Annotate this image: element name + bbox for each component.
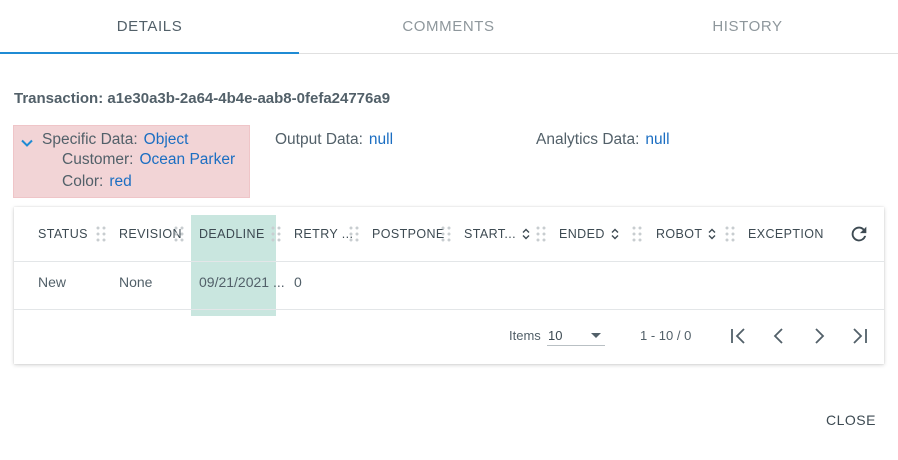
tab-history[interactable]: HISTORY: [598, 0, 897, 53]
header-divider: [14, 261, 884, 262]
page-range: 1 - 10 / 0: [640, 328, 692, 343]
column-resize-handle[interactable]: [271, 226, 281, 242]
column-header-ended[interactable]: ENDED: [559, 207, 619, 261]
analytics-data-field: Analytics Data: null: [536, 131, 670, 149]
caret-down-icon: [591, 333, 601, 338]
column-header-deadline[interactable]: DEADLINE: [199, 207, 265, 261]
column-header-robot[interactable]: ROBOT: [656, 207, 716, 261]
transactions-grid: STATUS REVISION DEADLINE RETRY ... POSTP…: [14, 207, 884, 364]
sort-icon[interactable]: [708, 228, 716, 240]
tab-details[interactable]: DETAILS: [0, 0, 299, 54]
column-header-retry[interactable]: RETRY ...: [294, 207, 353, 261]
page-size-value: 10: [548, 328, 563, 343]
tab-bar: DETAILS COMMENTS HISTORY: [0, 0, 898, 54]
cell-status: New: [38, 274, 67, 290]
previous-page-icon[interactable]: [768, 325, 790, 347]
row-divider: [14, 309, 884, 310]
specific-data-value[interactable]: Object: [144, 131, 189, 148]
column-resize-handle[interactable]: [536, 226, 546, 242]
next-page-icon[interactable]: [808, 325, 830, 347]
items-label: Items: [509, 328, 541, 343]
tab-comments[interactable]: COMMENTS: [299, 0, 598, 53]
column-resize-handle[interactable]: [174, 226, 184, 242]
column-resize-handle[interactable]: [96, 226, 106, 242]
customer-label: Customer:: [62, 151, 134, 168]
specific-data-field: Specific Data: Object: [42, 131, 188, 149]
refresh-icon[interactable]: [848, 223, 870, 245]
color-field: Color: red: [62, 173, 132, 191]
sort-icon[interactable]: [522, 228, 530, 240]
column-header-status[interactable]: STATUS: [38, 207, 88, 261]
column-header-started[interactable]: START...: [464, 207, 530, 261]
column-resize-handle[interactable]: [632, 226, 642, 242]
customer-value: Ocean Parker: [139, 151, 236, 168]
column-header-exception[interactable]: EXCEPTION: [748, 207, 824, 261]
cell-revision: None: [119, 274, 153, 290]
chevron-down-icon[interactable]: [20, 136, 34, 150]
close-button[interactable]: CLOSE: [826, 412, 876, 428]
cell-retry: 0: [294, 274, 302, 290]
column-resize-handle[interactable]: [349, 226, 359, 242]
transaction-title: Transaction: a1e30a3b-2a64-4b4e-aab8-0fe…: [14, 90, 391, 107]
color-value: red: [109, 173, 132, 190]
cell-deadline: 09/21/2021 ...: [199, 274, 285, 290]
specific-data-label: Specific Data:: [42, 131, 138, 148]
last-page-icon[interactable]: [848, 325, 870, 347]
output-data-label: Output Data:: [275, 131, 363, 148]
sort-icon[interactable]: [611, 228, 619, 240]
analytics-data-label: Analytics Data:: [536, 131, 640, 148]
color-label: Color:: [62, 173, 104, 190]
analytics-data-value: null: [645, 131, 670, 148]
column-header-revision[interactable]: REVISION: [119, 207, 182, 261]
output-data-field: Output Data: null: [275, 131, 393, 149]
customer-field: Customer: Ocean Parker: [62, 151, 235, 169]
output-data-value: null: [368, 131, 394, 148]
page-size-select[interactable]: 10: [547, 324, 605, 346]
column-header-postpone[interactable]: POSTPONE: [372, 207, 445, 261]
column-resize-handle[interactable]: [725, 226, 735, 242]
first-page-icon[interactable]: [728, 325, 750, 347]
column-resize-handle[interactable]: [441, 226, 451, 242]
